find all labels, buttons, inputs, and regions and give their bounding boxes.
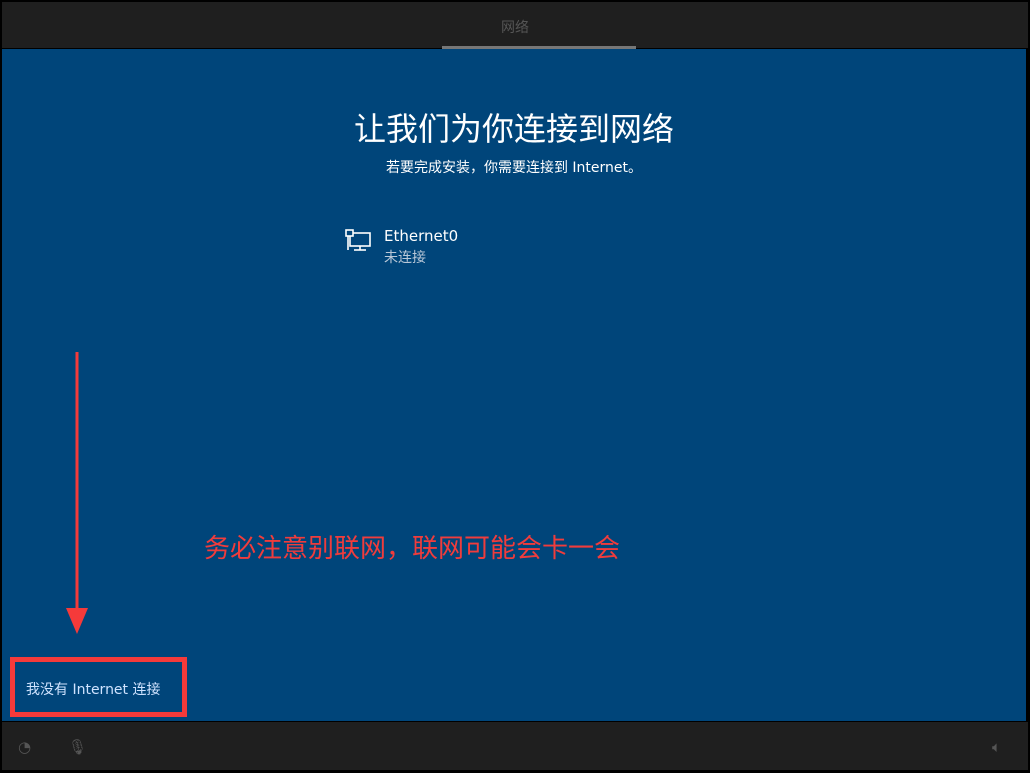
microphone-icon[interactable]: 🎙︎ bbox=[68, 738, 87, 756]
network-item-ethernet0[interactable]: Ethernet0 未连接 bbox=[344, 227, 458, 267]
page-title: 让我们为你连接到网络 bbox=[2, 104, 1026, 150]
network-name: Ethernet0 bbox=[384, 227, 458, 245]
main-panel: 让我们为你连接到网络 若要完成安装，你需要连接到 Internet。 Ether… bbox=[2, 49, 1026, 721]
volume-icon[interactable]: 🔈︎ bbox=[992, 738, 1001, 756]
annotation-arrow-icon bbox=[60, 350, 94, 640]
network-status: 未连接 bbox=[384, 247, 458, 267]
annotation-highlight-box bbox=[10, 657, 187, 717]
ethernet-icon bbox=[344, 227, 374, 267]
page-subtitle: 若要完成安装，你需要连接到 Internet。 bbox=[2, 157, 1026, 177]
page-header-title: 网络 bbox=[2, 17, 1028, 37]
top-bar: 网络 bbox=[2, 2, 1028, 48]
bottom-bar: ◔ 🎙︎ 🔈︎ bbox=[2, 722, 1028, 770]
annotation-note: 务必注意别联网，联网可能会卡一会 bbox=[204, 528, 620, 565]
ease-of-access-icon[interactable]: ◔ bbox=[18, 738, 31, 756]
